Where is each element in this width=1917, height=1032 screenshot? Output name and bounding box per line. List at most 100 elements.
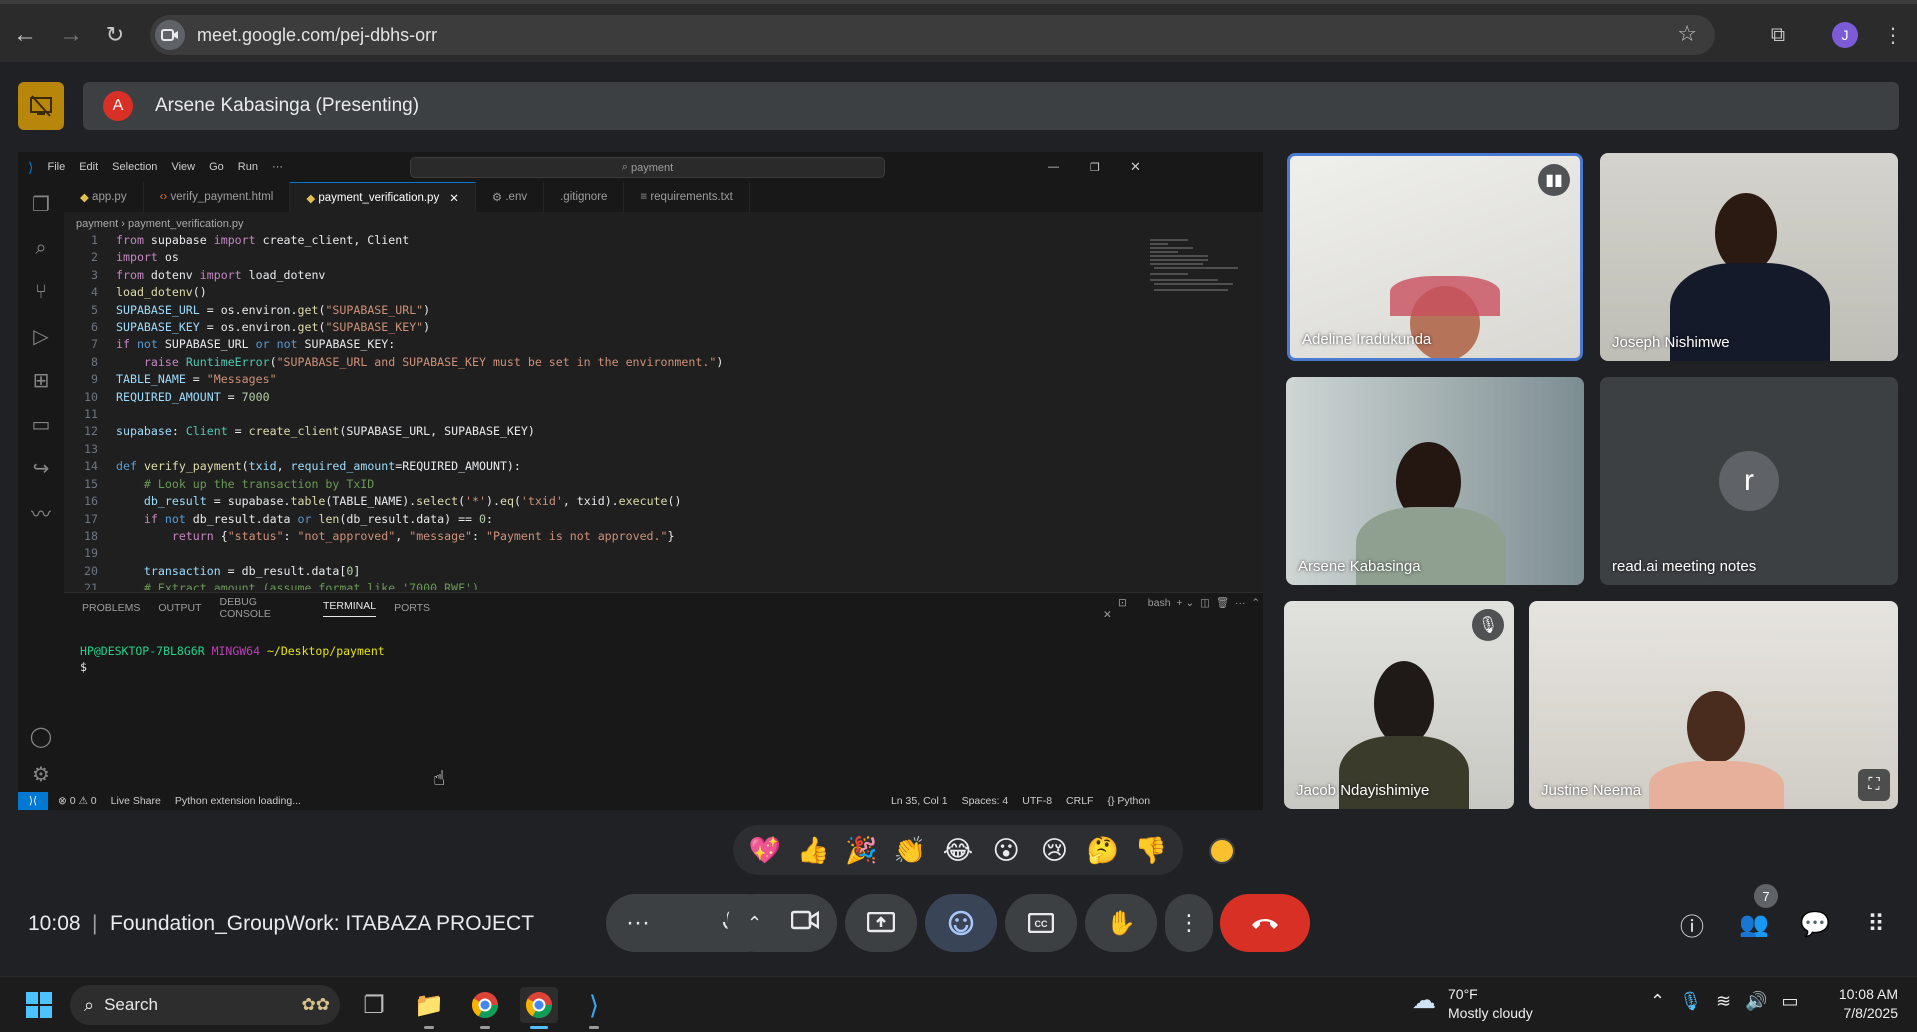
reaction-sad[interactable]: 😢 [1034, 835, 1074, 866]
chrome-profile-icon[interactable] [466, 987, 504, 1029]
chat-icon[interactable]: 💬 [1797, 906, 1833, 942]
remote-explorer-icon[interactable]: ▭ [27, 410, 55, 438]
participant-tile[interactable]: Arsene Kabasinga [1286, 377, 1584, 585]
panel-tab-problems[interactable]: PROBLEMS [82, 602, 140, 614]
panel-tab-debug-console[interactable]: DEBUG CONSOLE [220, 596, 305, 620]
volume-icon[interactable]: 🔊 [1745, 991, 1767, 1012]
back-icon[interactable]: ← [8, 18, 42, 52]
menu-selection[interactable]: Selection [112, 161, 157, 173]
tab-verify-payment-html[interactable]: ‹› verify_payment.html [144, 182, 291, 212]
weather-widget[interactable]: ☁ 70°F Mostly cloudy [1412, 985, 1533, 1023]
taskbar-search[interactable]: ⌕ Search ✿✿ [70, 985, 340, 1025]
reaction-surprised[interactable]: 😮 [986, 835, 1026, 866]
microphone-in-use-icon[interactable]: 🎙 [1679, 991, 1702, 1012]
status-encoding[interactable]: UTF-8 [1022, 795, 1052, 807]
start-windows-icon[interactable] [20, 987, 58, 1023]
camera-options-chevron-icon[interactable]: ⌃ [747, 913, 762, 934]
wifi-icon[interactable]: ≋ [1716, 991, 1731, 1012]
audio-settings-more-icon[interactable]: ··· [626, 909, 650, 937]
terminal-output[interactable]: HP@DESKTOP-7BL8G6R MINGW64 ~/Desktop/pay… [80, 643, 385, 675]
chrome-active-icon[interactable] [520, 987, 558, 1029]
panel-tab-terminal[interactable]: TERMINAL [322, 600, 377, 617]
participant-tile[interactable]: ▮▮ Adeline Iradukunda [1287, 153, 1583, 361]
close-window-icon[interactable]: ✕ [1130, 159, 1141, 175]
reaction-thumbs-down[interactable]: 👎 [1131, 835, 1171, 866]
task-view-icon[interactable]: ❐ [355, 987, 393, 1023]
status-live-share[interactable]: Live Share [111, 795, 161, 807]
source-control-icon[interactable]: ⑂ [27, 278, 55, 306]
menu-view[interactable]: View [171, 161, 195, 173]
manage-gear-icon[interactable]: ⚙ [27, 760, 55, 788]
menu-go[interactable]: Go [209, 161, 224, 173]
live-share-icon[interactable]: ↪ [27, 454, 55, 482]
reaction-skin-tone-button[interactable] [1209, 838, 1235, 864]
tab-env[interactable]: ⚙ .env [476, 182, 545, 212]
run-debug-icon[interactable]: ▷ [27, 322, 55, 350]
panel-tab-output[interactable]: OUTPUT [158, 602, 201, 614]
raise-hand-button[interactable]: ✋ [1085, 894, 1157, 952]
terminal-shell-label[interactable]: ⊡ bash + ⌄ ◫ 🗑 ··· ⌃ ✕ [1100, 596, 1263, 621]
close-tab-icon[interactable]: ✕ [449, 191, 459, 205]
menu-run[interactable]: Run [238, 161, 258, 173]
extensions-icon[interactable]: ⧉ [1761, 18, 1795, 52]
tab-requirements-txt[interactable]: ≡ requirements.txt [624, 182, 750, 212]
battery-icon[interactable]: ▭ [1781, 991, 1798, 1012]
explorer-icon[interactable]: ❐ [27, 190, 55, 218]
reaction-laugh[interactable]: 😂 [938, 835, 978, 866]
present-screen-button[interactable] [845, 894, 917, 952]
site-info-icon[interactable] [155, 20, 185, 50]
crop-icon[interactable]: ⛶ [1858, 769, 1890, 801]
reaction-thinking[interactable]: 🤔 [1083, 835, 1123, 866]
leave-call-button[interactable] [1220, 894, 1310, 952]
remote-indicator-icon[interactable]: ⟩⟨ [18, 792, 48, 810]
minimize-icon[interactable]: — [1048, 161, 1059, 173]
more-options-button[interactable]: ⋮ [1165, 894, 1213, 952]
account-icon[interactable]: ◯ [27, 722, 55, 750]
reaction-clap[interactable]: 👏 [890, 835, 930, 866]
menu-edit[interactable]: Edit [79, 161, 98, 173]
camera-button[interactable] [790, 909, 820, 937]
stop-presenting-icon[interactable] [18, 82, 64, 130]
tab-app-py[interactable]: ◆ app.py [64, 182, 144, 212]
search-icon[interactable]: ⌕ [27, 234, 55, 262]
reload-icon[interactable]: ↻ [98, 18, 132, 52]
menu-more[interactable]: ··· [272, 161, 283, 173]
status-cursor-position[interactable]: Ln 35, Col 1 [891, 795, 948, 807]
bookmark-star-icon[interactable]: ☆ [1677, 21, 1697, 47]
menu-file[interactable]: File [47, 161, 65, 173]
tab-payment-verification-py[interactable]: ◆ payment_verification.py ✕ [290, 182, 476, 212]
status-problems[interactable]: ⊗ 0 ⚠ 0 [58, 795, 97, 807]
address-bar[interactable]: meet.google.com/pej-dbhs-orr ☆ [150, 15, 1715, 55]
vscode-taskbar-icon[interactable]: ⟩ [575, 987, 613, 1029]
status-indent[interactable]: Spaces: 4 [962, 795, 1009, 807]
restore-icon[interactable]: ❐ [1090, 161, 1100, 174]
reaction-thumbs-up[interactable]: 👍 [793, 835, 833, 866]
forward-icon[interactable]: → [54, 18, 88, 52]
wave-icon[interactable]: 〰 [27, 498, 55, 526]
participant-tile[interactable]: 🎙 Jacob Ndayishimiye [1284, 601, 1514, 809]
browser-menu-icon[interactable]: ⋮ [1876, 18, 1910, 52]
tab-gitignore[interactable]: .gitignore [544, 182, 625, 212]
taskbar-clock[interactable]: 10:08 AM 7/8/2025 [1818, 985, 1898, 1023]
reaction-party[interactable]: 🎉 [842, 835, 882, 866]
extensions-icon[interactable]: ⊞ [27, 366, 55, 394]
reaction-heart[interactable]: 💖 [745, 835, 785, 866]
participant-tile[interactable]: ⛶ Justine Neema [1529, 601, 1898, 809]
command-search[interactable]: ⌕ payment [410, 157, 885, 178]
code-editor[interactable]: 1 from supabase import create_client, Cli… [64, 232, 1244, 590]
tray-overflow-chevron-icon[interactable]: ⌃ [1650, 991, 1665, 1012]
participant-tile[interactable]: Joseph Nishimwe [1600, 153, 1898, 361]
participant-tile[interactable]: r read.ai meeting notes [1600, 377, 1898, 585]
status-language[interactable]: {} Python [1107, 795, 1150, 807]
people-icon[interactable]: 👥 [1736, 906, 1772, 942]
reactions-button[interactable] [925, 894, 997, 952]
activities-icon[interactable]: ⠿ [1858, 906, 1894, 942]
minimap[interactable] [1148, 236, 1243, 298]
file-explorer-icon[interactable]: 📁 [410, 987, 448, 1029]
breadcrumb[interactable]: payment › payment_verification.py [76, 218, 244, 230]
profile-avatar[interactable]: J [1832, 22, 1858, 48]
meeting-details-icon[interactable]: ⓘ [1674, 906, 1710, 942]
status-eol[interactable]: CRLF [1066, 795, 1093, 807]
panel-tab-ports[interactable]: PORTS [394, 602, 430, 614]
captions-button[interactable]: CC [1005, 894, 1077, 952]
